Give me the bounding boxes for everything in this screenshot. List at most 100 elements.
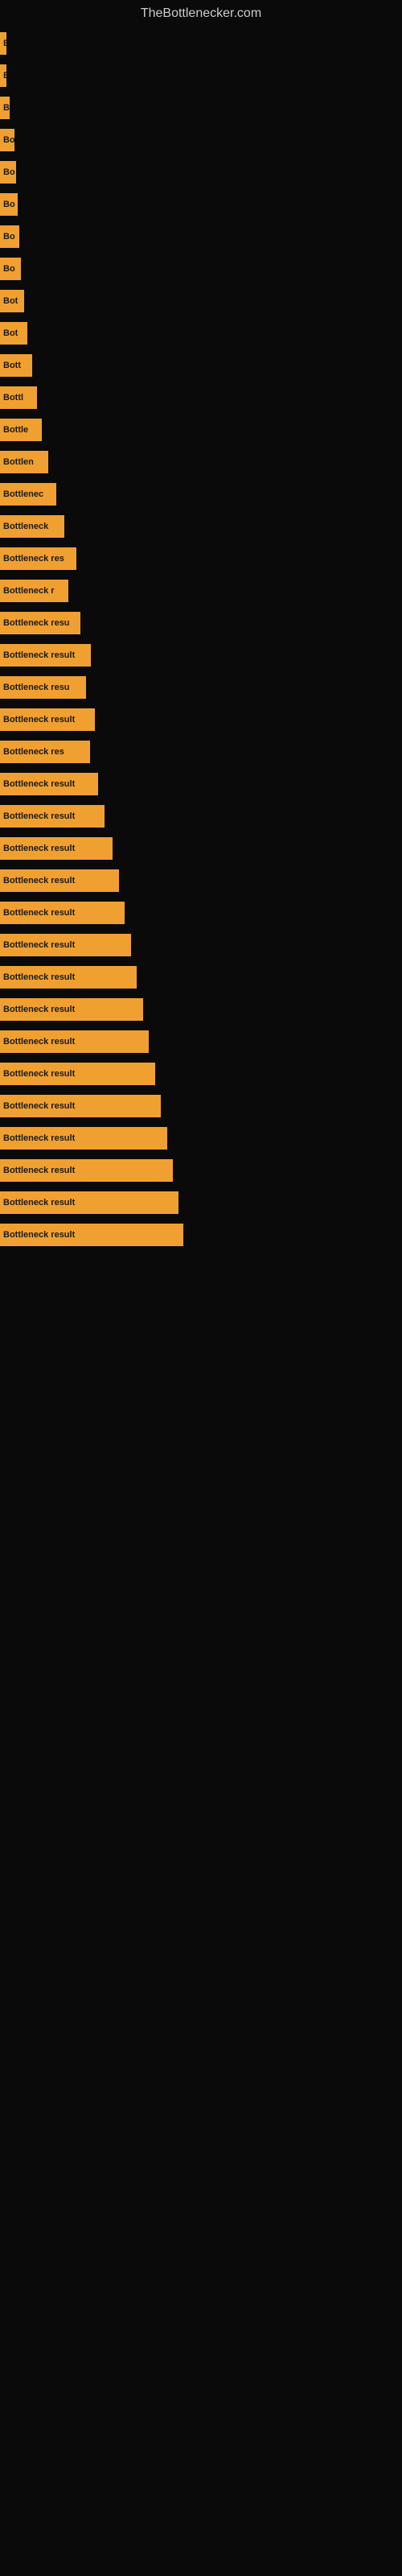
bar-fill: Bottleneck result	[0, 966, 137, 989]
bar-row: Bottleneck result	[0, 1154, 402, 1187]
bar-label: Bottleneck result	[3, 811, 75, 821]
bar-fill: Bottleneck res	[0, 547, 76, 570]
bar-label: B	[3, 71, 6, 80]
bar-label: Bottlen	[3, 457, 34, 467]
bar-label: Bo	[3, 135, 14, 145]
bar-label: Bottleneck result	[3, 1166, 75, 1175]
bar-row: Bo	[0, 188, 402, 221]
bar-label: Bottleneck result	[3, 779, 75, 789]
bar-row: Bottleneck result	[0, 929, 402, 961]
bar-fill: Bott	[0, 354, 32, 377]
bar-row: Bottleneck result	[0, 768, 402, 800]
bar-row: B	[0, 92, 402, 124]
bar-fill: Bottleneck resu	[0, 676, 86, 699]
bar-label: Bo	[3, 200, 15, 209]
bar-fill: Bottleneck	[0, 515, 64, 538]
bar-row: Bottleneck result	[0, 832, 402, 865]
bar-label: Bo	[3, 167, 15, 177]
bar-label: Bottleneck resu	[3, 618, 70, 628]
bar-fill: Bottleneck resu	[0, 612, 80, 634]
bar-label: Bottleneck result	[3, 908, 75, 918]
bar-label: Bottleneck resu	[3, 683, 70, 692]
bar-fill: Bo	[0, 193, 18, 216]
bar-label: Bott	[3, 361, 21, 370]
bar-row: Bottleneck result	[0, 961, 402, 993]
bar-label: Bot	[3, 328, 18, 338]
bar-row: Bottleneck resu	[0, 671, 402, 704]
bar-fill: B	[0, 32, 6, 55]
bar-fill: Bottlenec	[0, 483, 56, 506]
bar-row: Bo	[0, 124, 402, 156]
bar-row: Bottleneck result	[0, 865, 402, 897]
bar-row: B	[0, 27, 402, 60]
bar-fill: Bottleneck result	[0, 1030, 149, 1053]
bar-label: Bottle	[3, 425, 28, 435]
site-title: TheBottlenecker.com	[0, 0, 402, 27]
bar-label: B	[3, 103, 10, 113]
bar-row: Bot	[0, 285, 402, 317]
bar-label: Bottleneck result	[3, 940, 75, 950]
bar-row: Bottleneck result	[0, 1090, 402, 1122]
bar-label: Bottleneck result	[3, 876, 75, 886]
bar-row: B	[0, 60, 402, 92]
bar-row: Bottleneck result	[0, 704, 402, 736]
bar-fill: Bottleneck result	[0, 837, 113, 860]
bar-fill: Bottleneck res	[0, 741, 90, 763]
bar-fill: Bottleneck result	[0, 902, 125, 924]
bar-label: Bo	[3, 232, 15, 242]
bar-label: Bottleneck result	[3, 1133, 75, 1143]
bar-label: Bottleneck res	[3, 554, 64, 564]
bar-fill: Bo	[0, 129, 14, 151]
bar-row: Bo	[0, 253, 402, 285]
bar-label: Bottleneck result	[3, 1230, 75, 1240]
bar-fill: Bo	[0, 225, 19, 248]
bar-fill: Bo	[0, 161, 16, 184]
bar-label: Bottleneck	[3, 522, 48, 531]
bar-row: Bottleneck res	[0, 736, 402, 768]
bar-label: Bottleneck result	[3, 1005, 75, 1014]
bar-fill: Bottleneck result	[0, 998, 143, 1021]
bar-label: Bo	[3, 264, 15, 274]
bar-row: Bottl	[0, 382, 402, 414]
bar-row: Bottleneck result	[0, 639, 402, 671]
bar-fill: Bottleneck result	[0, 934, 131, 956]
bar-label: Bottleneck res	[3, 747, 64, 757]
bar-fill: Bot	[0, 322, 27, 345]
bar-fill: Bo	[0, 258, 21, 280]
bar-row: Bottleneck res	[0, 543, 402, 575]
bar-fill: Bottleneck r	[0, 580, 68, 602]
bar-fill: Bottleneck result	[0, 869, 119, 892]
bar-label: Bottleneck result	[3, 1101, 75, 1111]
bar-fill: Bottleneck result	[0, 1063, 155, 1085]
bar-fill: Bottleneck result	[0, 1127, 167, 1150]
bar-fill: Bottl	[0, 386, 37, 409]
bar-row: Bottleneck result	[0, 1187, 402, 1219]
bar-fill: Bottlen	[0, 451, 48, 473]
bar-row: Bottleneck result	[0, 897, 402, 929]
bar-label: Bottlenec	[3, 489, 43, 499]
bar-fill: Bottleneck result	[0, 644, 91, 667]
bar-fill: Bottleneck result	[0, 805, 105, 828]
bar-row: Bottleneck	[0, 510, 402, 543]
bar-label: Bottleneck result	[3, 1037, 75, 1046]
bar-row: Bottlenec	[0, 478, 402, 510]
bar-fill: Bottle	[0, 419, 42, 441]
bar-label: Bottleneck result	[3, 1069, 75, 1079]
bar-row: Bottlen	[0, 446, 402, 478]
bar-row: Bo	[0, 221, 402, 253]
bar-fill: Bottleneck result	[0, 773, 98, 795]
bar-fill: Bottleneck result	[0, 1159, 173, 1182]
bar-row: Bottleneck result	[0, 1058, 402, 1090]
bar-label: Bottleneck result	[3, 650, 75, 660]
bar-label: Bottl	[3, 393, 23, 402]
bar-label: Bot	[3, 296, 18, 306]
bar-label: Bottleneck result	[3, 715, 75, 724]
bar-row: Bot	[0, 317, 402, 349]
bar-row: Bo	[0, 156, 402, 188]
bar-fill: Bot	[0, 290, 24, 312]
bar-row: Bottleneck result	[0, 1026, 402, 1058]
bar-fill: B	[0, 97, 10, 119]
bar-fill: Bottleneck result	[0, 1191, 178, 1214]
bar-row: Bottleneck resu	[0, 607, 402, 639]
bar-label: B	[3, 39, 6, 48]
